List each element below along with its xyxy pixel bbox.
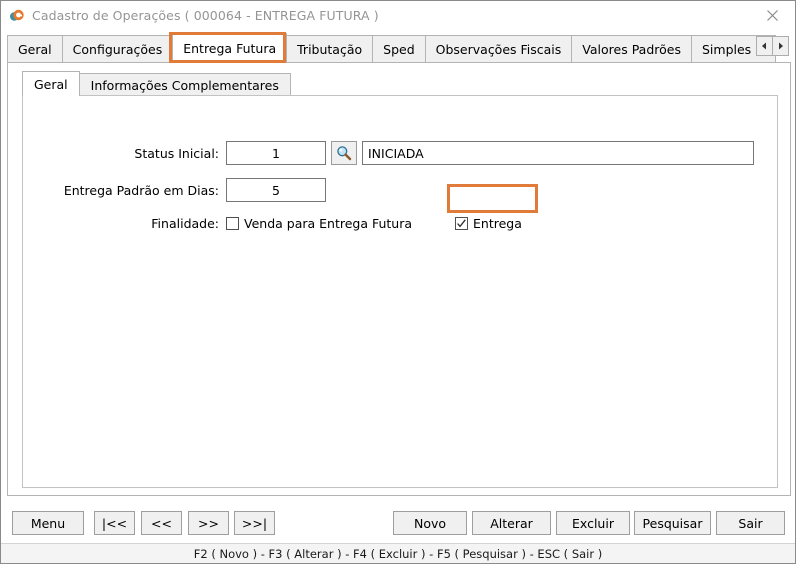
field-row-finalidade: Finalidade: Venda para Entrega Futura En… bbox=[23, 216, 583, 231]
checkbox-unchecked-icon bbox=[226, 217, 239, 230]
application-window: Cadastro de Operações ( 000064 - ENTREGA… bbox=[0, 0, 796, 564]
entrega-padrao-dias-input[interactable]: 5 bbox=[226, 178, 326, 202]
checkbox-venda-para-entrega-futura[interactable]: Venda para Entrega Futura bbox=[226, 216, 412, 231]
tab-tributacao[interactable]: Tributação bbox=[286, 35, 374, 63]
tab-sped[interactable]: Sped bbox=[372, 35, 426, 63]
tab-label: Sped bbox=[383, 42, 415, 57]
nav-next-button[interactable]: >> bbox=[188, 511, 229, 535]
finalidade-label: Finalidade: bbox=[151, 216, 219, 231]
nav-last-button[interactable]: >>| bbox=[234, 511, 275, 535]
field-row-status-inicial: Status Inicial: 1 INICIADA bbox=[23, 141, 763, 165]
excluir-button[interactable]: Excluir bbox=[556, 511, 630, 535]
checkbox-label: Venda para Entrega Futura bbox=[244, 216, 413, 231]
operations-tab-bar[interactable]: Geral Configurações Entrega Futura Tribu… bbox=[7, 33, 791, 63]
checkbox-checked-icon bbox=[455, 217, 469, 230]
tab-label: Geral bbox=[18, 42, 52, 57]
app-icon bbox=[9, 8, 25, 24]
geral-subpanel: Status Inicial: 1 INICIADA Entrega Padrã… bbox=[22, 95, 778, 488]
close-icon bbox=[767, 10, 778, 21]
tab-geral[interactable]: Geral bbox=[7, 35, 63, 63]
tab-label: Observações Fiscais bbox=[435, 42, 562, 57]
novo-button[interactable]: Novo bbox=[393, 511, 467, 535]
checkbox-label: Entrega bbox=[473, 216, 522, 231]
tab-scroll-right-button[interactable] bbox=[772, 36, 789, 56]
alterar-button[interactable]: Alterar bbox=[472, 511, 551, 535]
status-inicial-description-input[interactable]: INICIADA bbox=[362, 141, 754, 165]
tab-configuracoes[interactable]: Configurações bbox=[61, 35, 174, 63]
title-bar: Cadastro de Operações ( 000064 - ENTREGA… bbox=[1, 1, 795, 30]
status-inicial-lookup-button[interactable] bbox=[331, 141, 357, 165]
status-inicial-label: Status Inicial: bbox=[134, 145, 219, 161]
tab-label: Configurações bbox=[72, 42, 163, 57]
subtab-geral[interactable]: Geral bbox=[22, 71, 80, 96]
shortcut-hints-text: F2 ( Novo ) - F3 ( Alterar ) - F4 ( Excl… bbox=[193, 546, 603, 561]
tab-entrega-futura[interactable]: Entrega Futura bbox=[172, 33, 288, 63]
tab-label: Tributação bbox=[297, 42, 363, 57]
action-button-bar: Menu |<< << >> >>| Novo Alterar Excluir … bbox=[1, 499, 795, 543]
tab-observacoes-fiscais[interactable]: Observações Fiscais bbox=[424, 35, 573, 63]
subtab-label: Informações Complementares bbox=[90, 77, 279, 93]
pesquisar-button[interactable]: Pesquisar bbox=[634, 511, 711, 535]
status-bar: F2 ( Novo ) - F3 ( Alterar ) - F4 ( Excl… bbox=[1, 543, 795, 563]
subtab-label: Geral bbox=[34, 76, 68, 92]
field-row-entrega-padrao-dias: Entrega Padrão em Dias: 5 bbox=[23, 178, 423, 202]
menu-button[interactable]: Menu bbox=[12, 511, 84, 535]
close-button[interactable] bbox=[750, 1, 795, 30]
tab-scroll-left-button[interactable] bbox=[756, 36, 773, 56]
tab-label: Valores Padrões bbox=[582, 42, 681, 57]
chevron-right-icon bbox=[779, 42, 783, 50]
sair-button[interactable]: Sair bbox=[716, 511, 785, 535]
nav-first-button[interactable]: |<< bbox=[94, 511, 135, 535]
tab-scroll-buttons[interactable] bbox=[756, 36, 789, 56]
nav-prev-button[interactable]: << bbox=[141, 511, 182, 535]
magnifier-icon bbox=[337, 146, 352, 161]
subtab-informacoes-complementares[interactable]: Informações Complementares bbox=[78, 73, 291, 96]
checkbox-entrega[interactable]: Entrega bbox=[455, 216, 522, 231]
entrega-padrao-dias-label: Entrega Padrão em Dias: bbox=[63, 182, 219, 198]
tab-valores-padroes[interactable]: Valores Padrões bbox=[571, 35, 692, 63]
entrega-futura-panel: Geral Informações Complementares Status … bbox=[7, 62, 791, 496]
window-title: Cadastro de Operações ( 000064 - ENTREGA… bbox=[32, 8, 379, 23]
status-inicial-code-input[interactable]: 1 bbox=[226, 141, 326, 165]
chevron-left-icon bbox=[762, 42, 766, 50]
entrega-futura-sub-tab-bar[interactable]: Geral Informações Complementares bbox=[22, 71, 291, 96]
tab-label: Entrega Futura bbox=[183, 41, 277, 56]
